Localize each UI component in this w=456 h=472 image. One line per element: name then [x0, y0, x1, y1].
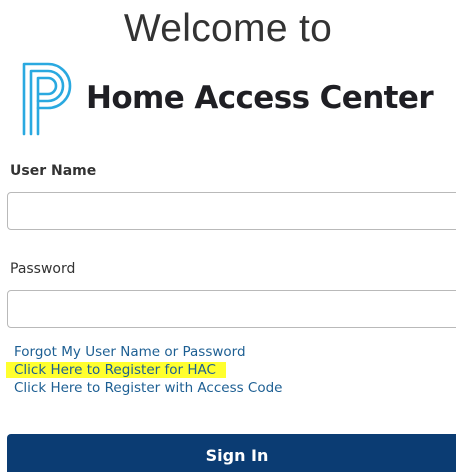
sign-in-button[interactable]: Sign In	[7, 434, 456, 472]
register-access-code-link[interactable]: Click Here to Register with Access Code	[14, 379, 282, 397]
username-input[interactable]	[7, 192, 456, 230]
username-label: User Name	[10, 163, 97, 179]
register-hac-link[interactable]: Click Here to Register for HAC	[6, 361, 282, 379]
login-page: Welcome to Home Access Center User Name …	[0, 0, 456, 472]
app-name: Home Access Center	[86, 80, 434, 116]
register-hac-link-text: Click Here to Register for HAC	[6, 362, 226, 378]
password-input[interactable]	[7, 290, 456, 328]
password-label: Password	[10, 261, 76, 277]
help-links: Forgot My User Name or Password Click He…	[6, 343, 282, 397]
powerschool-logo-icon	[22, 62, 72, 136]
brand-header: Home Access Center	[18, 58, 434, 138]
forgot-credentials-link[interactable]: Forgot My User Name or Password	[14, 343, 282, 361]
welcome-heading: Welcome to	[123, 7, 333, 50]
